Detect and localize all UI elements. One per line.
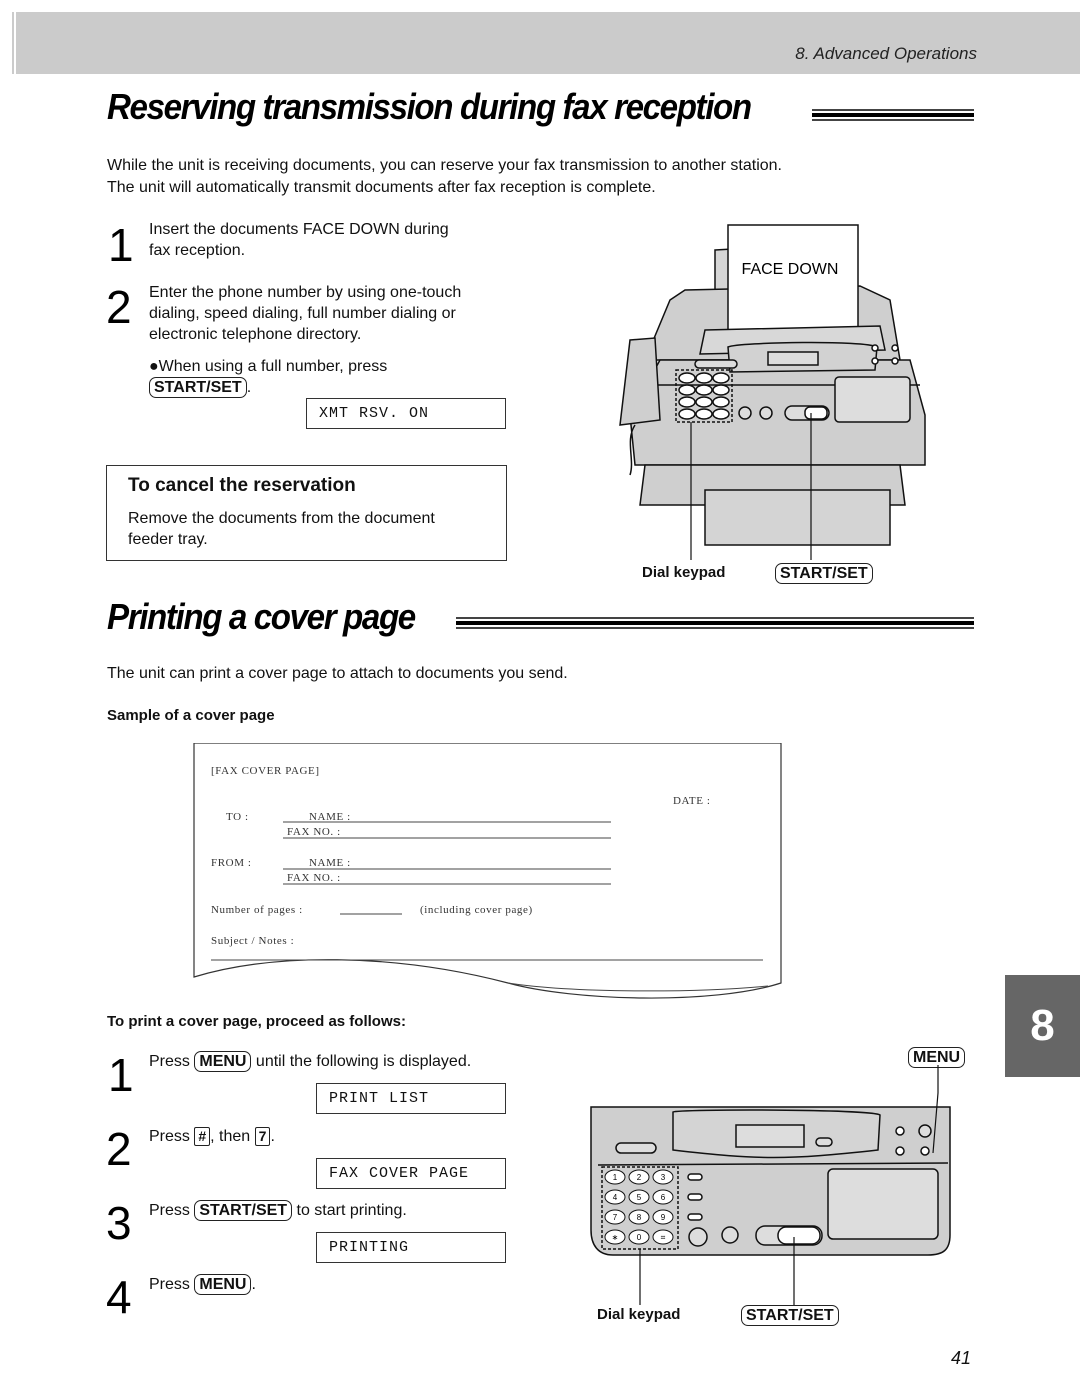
cover-from-faxno: FAX NO. : — [287, 872, 341, 884]
cancel-title: To cancel the reservation — [128, 475, 356, 496]
cover-including: (including cover page) — [420, 904, 533, 916]
section-title-cover-page: Printing a cover page — [107, 596, 416, 637]
keypad-key-label: ⌗ — [661, 1233, 666, 1242]
step-number: 4 — [106, 1271, 132, 1323]
step-number: 2 — [106, 281, 132, 333]
step-line: Insert the documents FACE DOWN during — [149, 221, 449, 238]
title-rule — [812, 109, 974, 121]
keypad-key-label: 4 — [613, 1193, 618, 1202]
step-text: Press MENU. — [149, 1274, 256, 1295]
step-line: dialing, speed dialing, full number dial… — [149, 305, 456, 322]
fax-machine-illustration: FACE DOWN — [619, 224, 926, 560]
step-number: 1 — [108, 219, 134, 271]
cover-to-name: NAME : — [309, 811, 351, 823]
step-word: , then — [210, 1128, 251, 1145]
cover-to: TO : — [226, 811, 249, 823]
step-text: Press #, then 7. — [149, 1126, 275, 1147]
dial-keypad-callout: Dial keypad — [597, 1306, 681, 1323]
proceed-label: To print a cover page, proceed as follow… — [107, 1013, 406, 1030]
keypad-key-label: 2 — [637, 1173, 642, 1182]
sample-label: Sample of a cover page — [107, 707, 275, 724]
control-panel-illustration: 1 2 3 4 5 6 7 8 9 ∗ 0 ⌗ — [590, 1065, 951, 1305]
step-line: Enter the phone number by using one-touc… — [149, 284, 462, 301]
title-rule — [456, 617, 974, 629]
step-word: Press — [149, 1053, 190, 1070]
lcd-display: FAX COVER PAGE — [316, 1158, 506, 1189]
intro-line-1: While the unit is receiving documents, y… — [107, 157, 782, 174]
page-number: 41 — [951, 1348, 972, 1368]
cover-intro: The unit can print a cover page to attac… — [107, 665, 568, 682]
step-number: 1 — [108, 1049, 134, 1101]
chapter-tab: 8 — [1005, 975, 1080, 1077]
cover-heading: [FAX COVER PAGE] — [211, 765, 320, 777]
face-down-label: FACE DOWN — [742, 261, 839, 278]
keypad-key-label: 3 — [661, 1173, 666, 1182]
step-text: Insert the documents FACE DOWN during fa… — [149, 219, 449, 261]
step-word: Press — [149, 1276, 190, 1293]
cancel-line: feeder tray. — [128, 531, 208, 548]
cover-to-faxno: FAX NO. : — [287, 826, 341, 838]
keypad-key-label: 5 — [637, 1193, 642, 1202]
lcd-display: XMT RSV. ON — [306, 398, 506, 429]
keypad-key-label: 8 — [637, 1213, 642, 1222]
cancel-text: Remove the documents from the document f… — [128, 508, 435, 550]
menu-key: MENU — [194, 1051, 252, 1072]
cover-from: FROM : — [211, 857, 252, 869]
menu-key: MENU — [194, 1274, 252, 1295]
start-set-callout: START/SET — [741, 1305, 839, 1326]
cover-from-name: NAME : — [309, 857, 351, 869]
header-edge — [12, 12, 14, 74]
seven-key: 7 — [254, 1127, 271, 1146]
keypad-key-label: 0 — [637, 1233, 642, 1242]
dial-keypad-callout: Dial keypad — [642, 564, 726, 581]
keypad-key-label: 7 — [613, 1213, 618, 1222]
step-word: . — [251, 1276, 256, 1293]
step-word: until the following is displayed. — [255, 1053, 472, 1070]
start-set-key: START/SET — [194, 1200, 293, 1221]
lcd-display: PRINTING — [316, 1232, 506, 1263]
step-line: fax reception. — [149, 242, 246, 259]
intro-line-2: The unit will automatically transmit doc… — [107, 179, 656, 196]
step-word: Press — [149, 1128, 190, 1145]
start-set-key: START/SET — [149, 377, 247, 398]
hash-key: # — [194, 1127, 211, 1146]
cover-pages: Number of pages : — [211, 904, 303, 916]
section-title-reserving: Reserving transmission during fax recept… — [107, 86, 752, 127]
cover-page-sample — [193, 743, 782, 999]
keypad-key-label: 6 — [661, 1193, 666, 1202]
cover-subject: Subject / Notes : — [211, 935, 295, 947]
step-number: 3 — [106, 1197, 132, 1249]
keypad-key-label: ∗ — [612, 1233, 619, 1242]
chapter-header-bar — [16, 12, 1080, 74]
step-number: 2 — [106, 1123, 132, 1175]
chapter-title: 8. Advanced Operations — [795, 44, 977, 63]
cover-date: DATE : — [673, 795, 711, 807]
step-word: . — [270, 1128, 275, 1145]
step-text: Press START/SET to start printing. — [149, 1200, 407, 1221]
cancel-line: Remove the documents from the document — [128, 510, 435, 527]
step-word: Press — [149, 1202, 190, 1219]
keypad-key-label: 9 — [661, 1213, 666, 1222]
step-text: Press MENU until the following is displa… — [149, 1051, 471, 1072]
step-text: Enter the phone number by using one-touc… — [149, 282, 461, 345]
lcd-display: PRINT LIST — [316, 1083, 506, 1114]
bullet-note: ●When using a full number, press START/S… — [149, 358, 388, 398]
start-set-callout: START/SET — [775, 563, 873, 584]
step-word: to start printing. — [296, 1202, 407, 1219]
step-line: electronic telephone directory. — [149, 326, 362, 343]
bullet-text: ●When using a full number, press — [149, 358, 388, 375]
keypad-key-label: 1 — [613, 1173, 618, 1182]
